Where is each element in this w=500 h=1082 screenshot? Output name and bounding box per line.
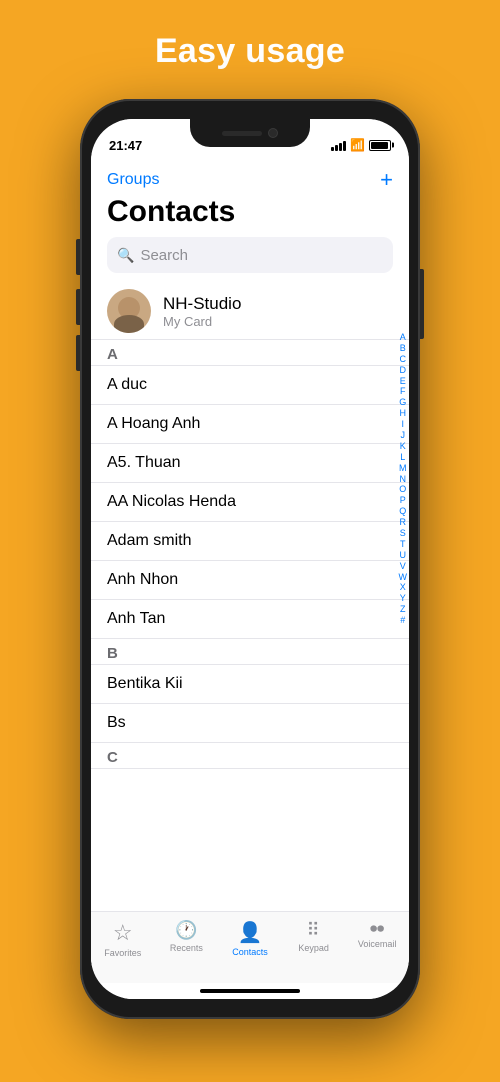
alpha-d[interactable]: D <box>400 366 407 376</box>
tab-keypad[interactable]: ⠿ Keypad <box>286 920 342 953</box>
list-item[interactable]: Bs <box>91 704 409 743</box>
notch-speaker <box>222 131 262 136</box>
alpha-r[interactable]: R <box>400 518 407 528</box>
status-bar: 21:47 📶 <box>91 119 409 163</box>
alpha-x[interactable]: X <box>400 583 406 593</box>
alpha-q[interactable]: Q <box>399 507 406 517</box>
tab-favorites[interactable]: ☆ Favorites <box>95 920 151 958</box>
groups-button[interactable]: Groups <box>107 171 159 189</box>
alpha-w[interactable]: W <box>399 573 408 583</box>
home-indicator <box>200 989 300 993</box>
page-title: Easy usage <box>155 32 345 71</box>
search-bar[interactable]: 🔍 Search <box>107 237 393 273</box>
alpha-t[interactable]: T <box>400 540 406 550</box>
voicemail-label: Voicemail <box>358 939 397 949</box>
my-card[interactable]: NH-Studio My Card <box>91 283 409 340</box>
list-item[interactable]: A duc <box>91 366 409 405</box>
contacts-title: Contacts <box>107 195 393 229</box>
tab-recents[interactable]: 🕐 Recents <box>158 920 214 953</box>
avatar <box>107 289 151 333</box>
alpha-v[interactable]: V <box>400 562 406 572</box>
add-contact-button[interactable]: + <box>380 167 393 193</box>
alpha-e[interactable]: E <box>400 377 406 387</box>
status-time: 21:47 <box>109 138 142 153</box>
section-header-c: C <box>91 743 409 769</box>
phone-shell: 21:47 📶 Group <box>80 99 420 1019</box>
alpha-b[interactable]: B <box>400 344 406 354</box>
my-card-info: NH-Studio My Card <box>163 294 241 329</box>
list-item[interactable]: Anh Nhon <box>91 561 409 600</box>
contacts-icon: 👤 <box>238 920 263 945</box>
list-item[interactable]: Bentika Kii <box>91 665 409 704</box>
section-header-b: B <box>91 639 409 665</box>
search-icon: 🔍 <box>117 247 134 264</box>
contacts-label: Contacts <box>232 947 268 957</box>
alpha-n[interactable]: N <box>400 475 407 485</box>
alpha-c[interactable]: C <box>400 355 407 365</box>
recents-icon: 🕐 <box>175 920 197 941</box>
status-icons: 📶 <box>331 138 391 152</box>
contacts-list: NH-Studio My Card A A duc A Hoang Anh A5… <box>91 283 409 911</box>
alpha-u[interactable]: U <box>400 551 407 561</box>
my-card-label: My Card <box>163 314 241 329</box>
alpha-o[interactable]: O <box>399 485 406 495</box>
battery-icon <box>369 140 391 151</box>
alpha-m[interactable]: M <box>399 464 407 474</box>
list-item[interactable]: A Hoang Anh <box>91 405 409 444</box>
alpha-g[interactable]: G <box>399 398 406 408</box>
notch <box>190 119 310 147</box>
alphabet-index: A B C D E F G H I J K L M N O P Q <box>399 333 408 626</box>
list-item[interactable]: AA Nicolas Henda <box>91 483 409 522</box>
alpha-h[interactable]: H <box>400 409 407 419</box>
alpha-z[interactable]: Z <box>400 605 406 615</box>
list-item[interactable]: Adam smith <box>91 522 409 561</box>
list-item[interactable]: A5. Thuan <box>91 444 409 483</box>
notch-camera <box>268 128 278 138</box>
alpha-f[interactable]: F <box>400 387 406 397</box>
recents-label: Recents <box>170 943 203 953</box>
alpha-y[interactable]: Y <box>400 594 406 604</box>
favorites-label: Favorites <box>104 948 141 958</box>
screen: 21:47 📶 Group <box>91 119 409 999</box>
content-area: Groups + Contacts 🔍 Search NH-Studio <box>91 163 409 999</box>
alpha-hash[interactable]: # <box>400 616 405 626</box>
list-item[interactable]: Anh Tan <box>91 600 409 639</box>
nav-bar: Groups + <box>91 163 409 193</box>
signal-icon <box>331 139 346 151</box>
alpha-l[interactable]: L <box>400 453 405 463</box>
alpha-j[interactable]: J <box>401 431 406 441</box>
voicemail-icon: ⏺⏺ <box>370 920 384 937</box>
tab-voicemail[interactable]: ⏺⏺ Voicemail <box>349 920 405 949</box>
alpha-a[interactable]: A <box>400 333 406 343</box>
tab-contacts[interactable]: 👤 Contacts <box>222 920 278 957</box>
wifi-icon: 📶 <box>350 138 365 152</box>
my-card-name: NH-Studio <box>163 294 241 314</box>
section-header-a: A <box>91 340 409 366</box>
alpha-k[interactable]: K <box>400 442 406 452</box>
alpha-s[interactable]: S <box>400 529 406 539</box>
tab-bar: ☆ Favorites 🕐 Recents 👤 Contacts ⠿ Keypa… <box>91 911 409 983</box>
alpha-i[interactable]: I <box>401 420 404 430</box>
favorites-icon: ☆ <box>113 920 133 946</box>
keypad-icon: ⠿ <box>306 920 320 941</box>
page-header: Contacts <box>91 193 409 237</box>
keypad-label: Keypad <box>298 943 329 953</box>
search-placeholder: Search <box>140 247 188 264</box>
alpha-p[interactable]: P <box>400 496 406 506</box>
